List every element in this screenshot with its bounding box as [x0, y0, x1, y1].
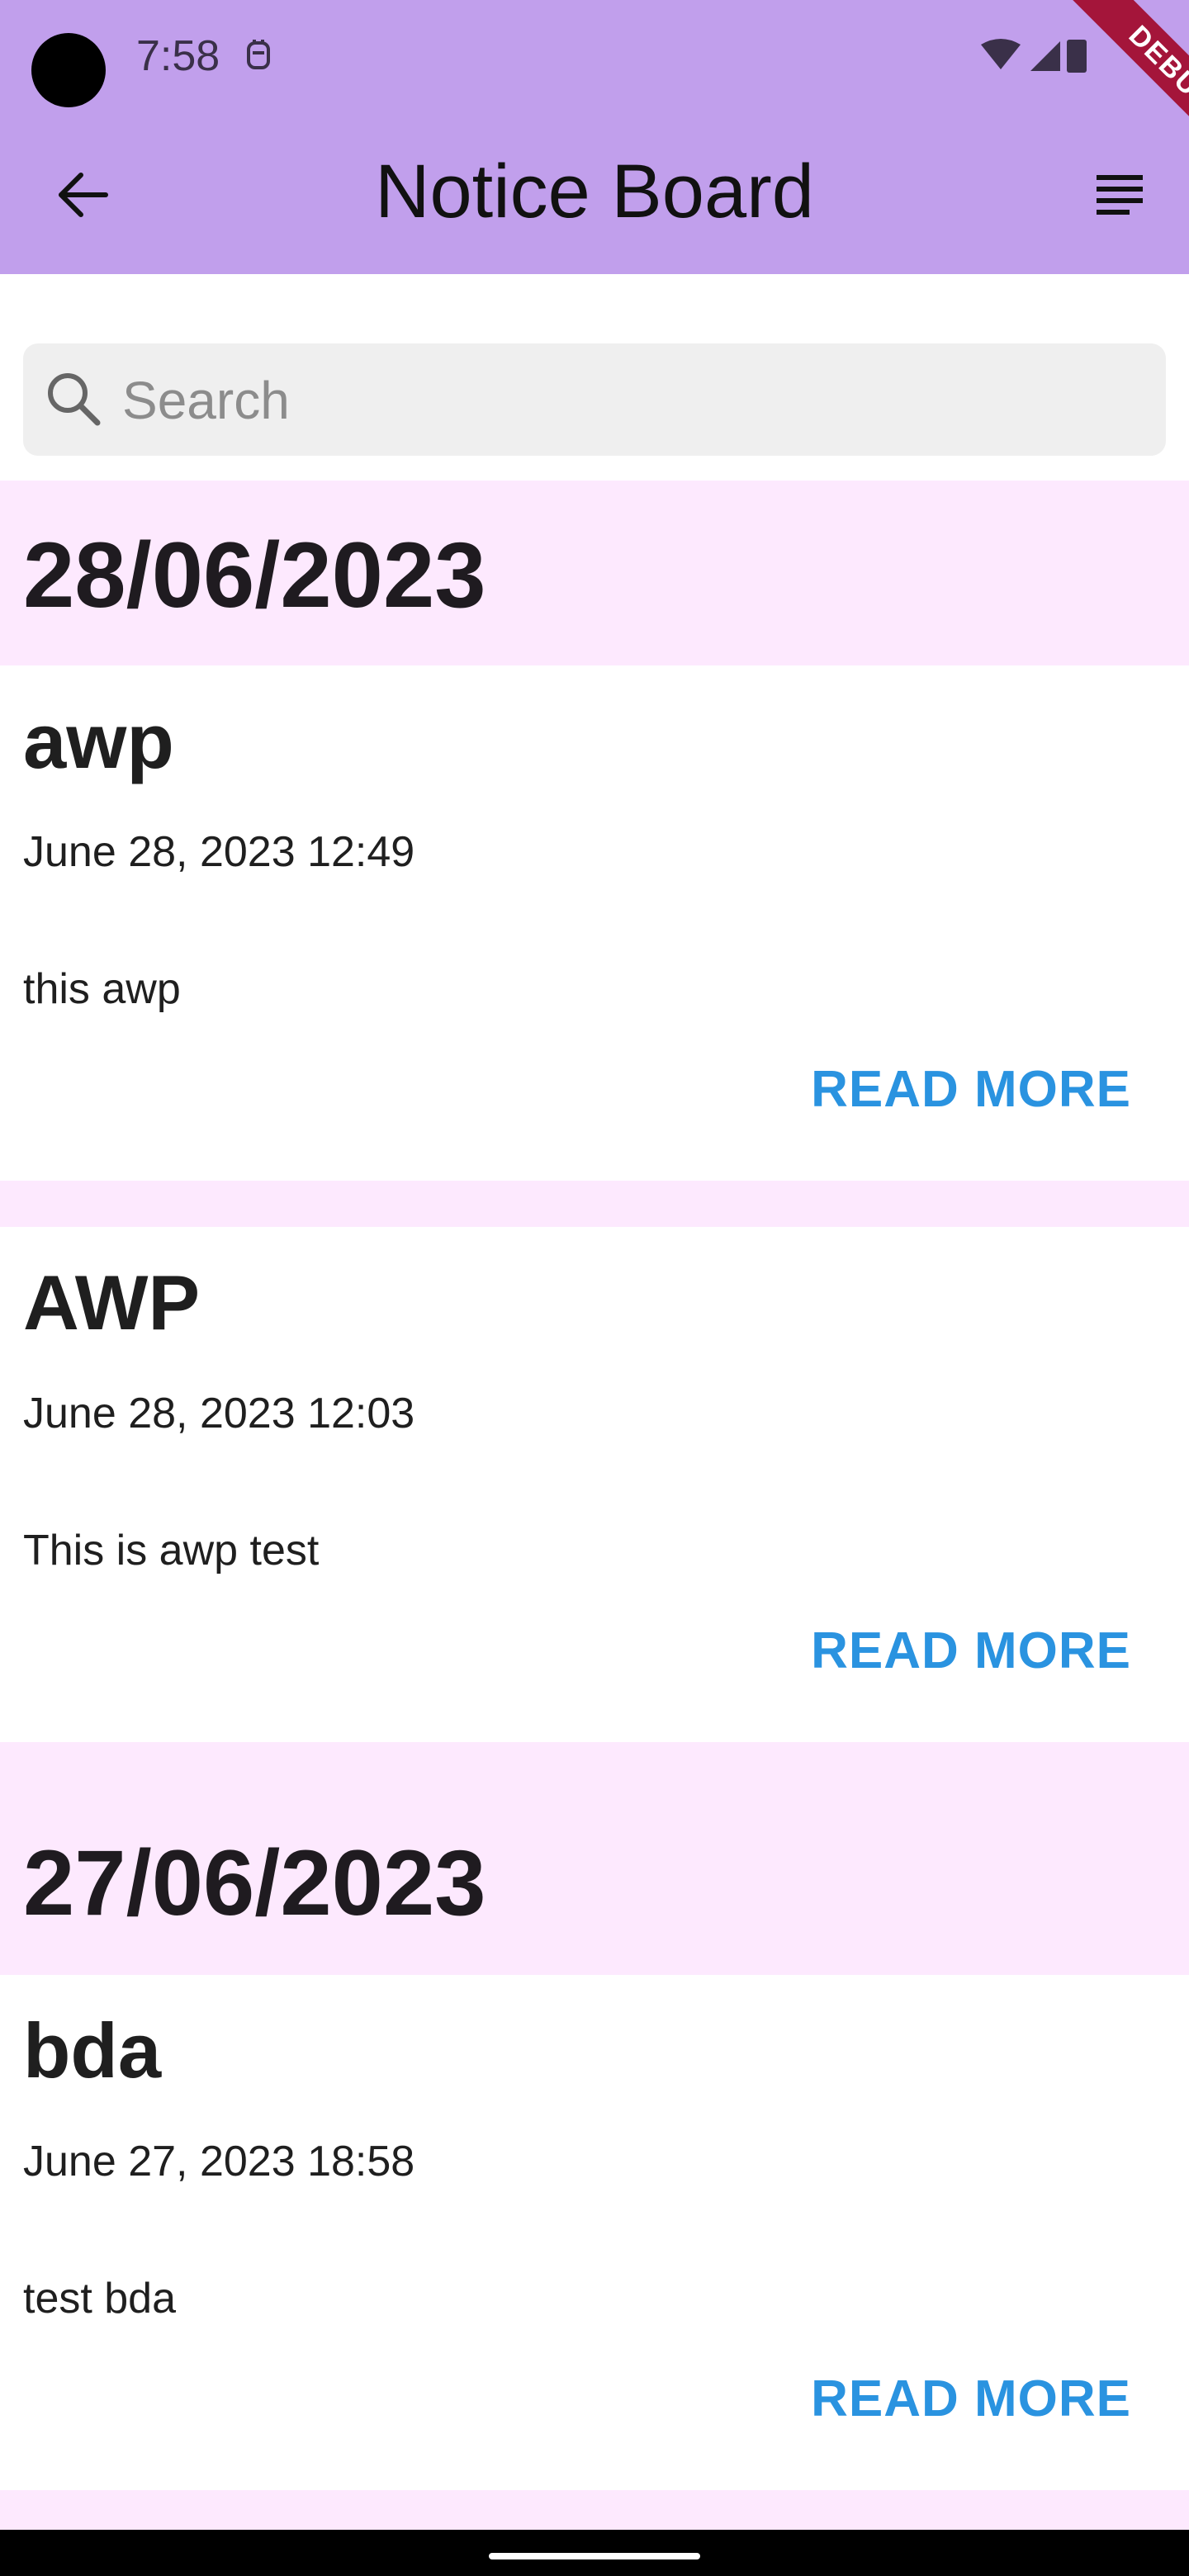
- read-more-button[interactable]: READ MORE: [811, 2370, 1131, 2428]
- date-label: 27/06/2023: [23, 1831, 486, 1934]
- notification-icon: [247, 40, 270, 69]
- debug-banner: DEBUG: [1024, 0, 1189, 165]
- notice-card: bda June 27, 2023 18:58 test bda READ MO…: [0, 1975, 1189, 2490]
- debug-ribbon-label: DEBUG: [1058, 0, 1189, 165]
- notice-body: this awp: [23, 965, 181, 1013]
- status-time: 7:58: [136, 32, 220, 80]
- list-lines-icon: [1097, 175, 1143, 215]
- date-label: 28/06/2023: [23, 523, 486, 627]
- system-nav-bar: [0, 2530, 1189, 2576]
- notice-body: This is awp test: [23, 1527, 320, 1574]
- read-more-button[interactable]: READ MORE: [811, 1060, 1131, 1119]
- date-header: 28/06/2023: [0, 481, 1189, 665]
- date-header: 27/06/2023: [0, 1742, 1189, 1975]
- notice-card: AWP June 28, 2023 12:03 This is awp test…: [0, 1227, 1189, 1742]
- menu-button[interactable]: [1087, 163, 1153, 226]
- separator: [0, 2490, 1189, 2530]
- app-bar: 7:58 DEBUG Notice Board: [0, 0, 1189, 274]
- notice-card: awp June 28, 2023 12:49 this awp READ MO…: [0, 665, 1189, 1181]
- notice-timestamp: June 27, 2023 18:58: [23, 2138, 415, 2185]
- page-title: Notice Board: [375, 149, 814, 234]
- notice-timestamp: June 28, 2023 12:03: [23, 1390, 415, 1437]
- notice-title: AWP: [23, 1259, 201, 1346]
- notice-body: test bda: [23, 2275, 177, 2323]
- read-more-button[interactable]: READ MORE: [811, 1622, 1131, 1680]
- notice-title: awp: [23, 698, 174, 784]
- search-input[interactable]: [121, 362, 1139, 439]
- notice-title: bda: [23, 2007, 162, 2094]
- separator: [0, 1181, 1189, 1227]
- home-gesture-handle[interactable]: [489, 2553, 700, 2559]
- search-bar[interactable]: [23, 343, 1166, 456]
- notice-timestamp: June 28, 2023 12:49: [23, 828, 415, 876]
- camera-cutout: [31, 33, 106, 107]
- search-icon: [48, 373, 101, 426]
